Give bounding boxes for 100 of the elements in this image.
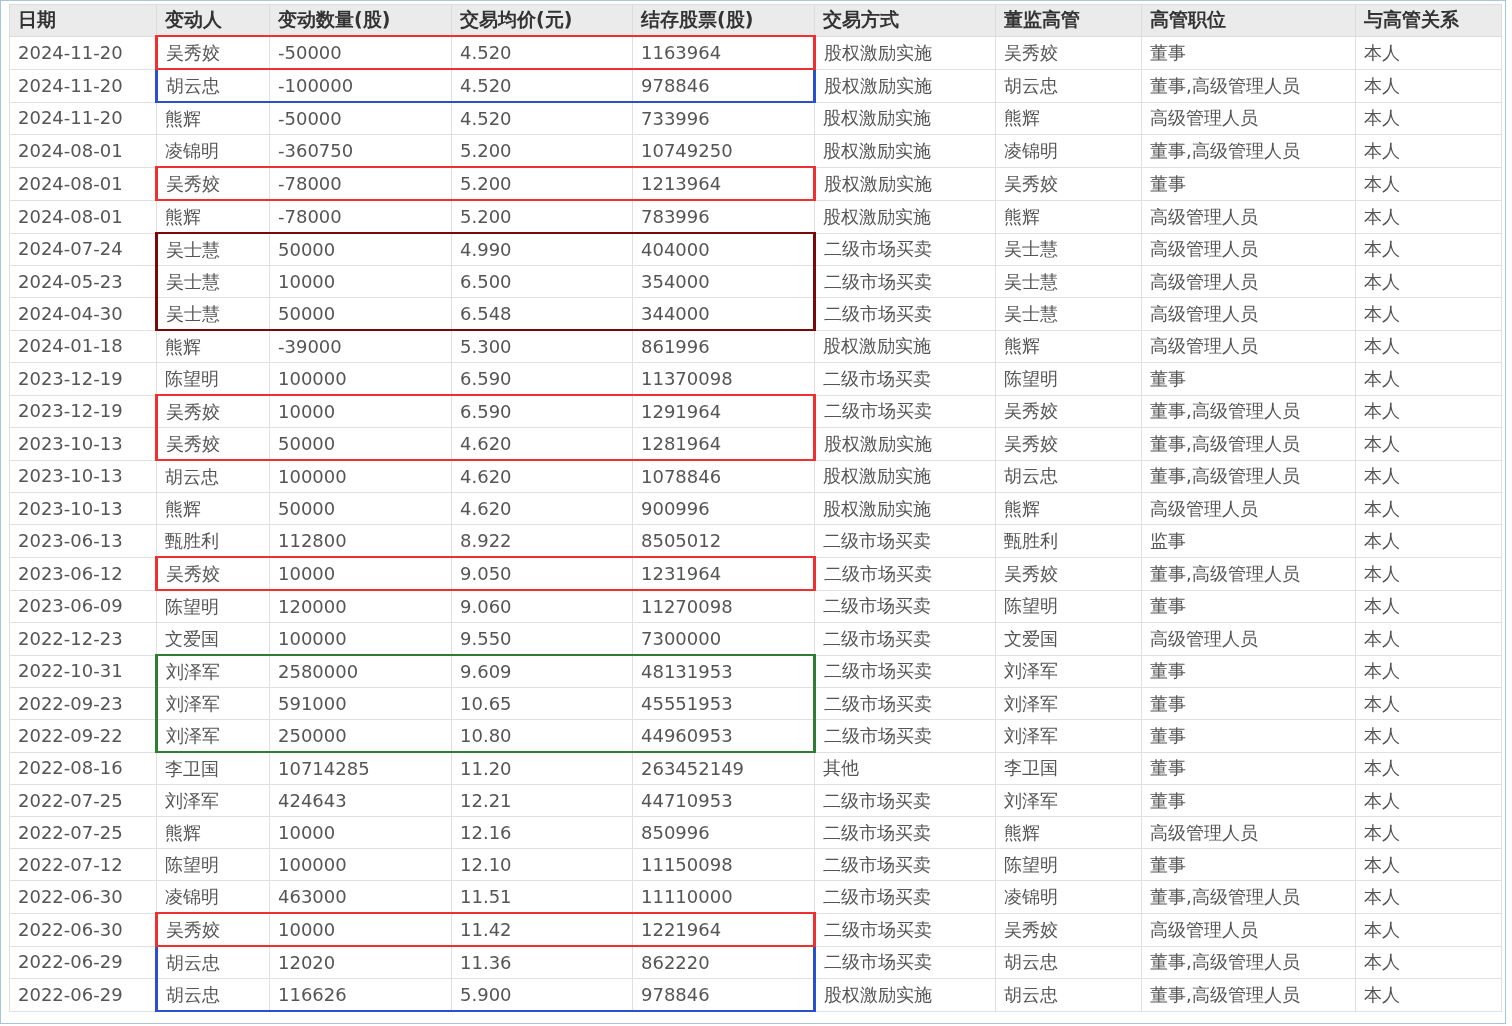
table-cell: 二级市场买卖 xyxy=(814,687,996,720)
table-cell: 1078846 xyxy=(632,460,815,493)
table-cell: 高级管理人员 xyxy=(1141,297,1356,330)
table-cell: 高级管理人员 xyxy=(1141,816,1356,849)
table-cell: 二级市场买卖 xyxy=(814,913,996,946)
table-cell: 2022-12-23 xyxy=(9,622,157,655)
table-cell: 12.21 xyxy=(451,784,633,817)
table-cell: 48131953 xyxy=(632,655,815,688)
table-cell: 2024-04-30 xyxy=(9,297,157,330)
table-cell: 吴士慧 xyxy=(156,265,270,298)
table-cell: 本人 xyxy=(1355,134,1502,167)
table-cell: 股权激励实施 xyxy=(814,102,996,135)
table-cell: 44960953 xyxy=(632,719,815,752)
table-cell: 本人 xyxy=(1355,200,1502,233)
table-cell: 本人 xyxy=(1355,330,1502,363)
table-cell: 2023-10-13 xyxy=(9,460,157,493)
column-header[interactable]: 高管职位 xyxy=(1141,4,1356,36)
table-cell: 二级市场买卖 xyxy=(814,784,996,817)
table-cell: 本人 xyxy=(1355,880,1502,913)
table-cell: 900996 xyxy=(632,492,815,525)
table-cell: 850996 xyxy=(632,816,815,849)
table-cell: 刘泽军 xyxy=(156,784,270,817)
table-cell: 股权激励实施 xyxy=(814,492,996,525)
table-cell: -39000 xyxy=(269,330,452,363)
table-cell: 甄胜利 xyxy=(995,524,1142,557)
table-cell: 吴秀姣 xyxy=(995,913,1142,946)
table-cell: 吴士慧 xyxy=(995,265,1142,298)
table-cell: 100000 xyxy=(269,848,452,881)
table-cell: 2022-08-16 xyxy=(9,752,157,785)
table-cell: 本人 xyxy=(1355,460,1502,493)
table-cell: 2023-12-19 xyxy=(9,362,157,395)
table-cell: 2022-09-23 xyxy=(9,687,157,720)
table-cell: 404000 xyxy=(632,233,815,266)
table-cell: 2023-10-13 xyxy=(9,492,157,525)
table-cell: 凌锦明 xyxy=(995,134,1142,167)
table-cell: 二级市场买卖 xyxy=(814,622,996,655)
table-cell: 胡云忠 xyxy=(995,978,1142,1011)
column-header[interactable]: 董监高管 xyxy=(995,4,1142,36)
table-cell: 高级管理人员 xyxy=(1141,200,1356,233)
table-cell: 陈望明 xyxy=(156,590,270,623)
table-cell: 董事 xyxy=(1141,752,1356,785)
table-cell: 熊辉 xyxy=(156,492,270,525)
table-cell: 股权激励实施 xyxy=(814,330,996,363)
table-cell: 本人 xyxy=(1355,557,1502,590)
table-cell: 胡云忠 xyxy=(156,460,270,493)
table-cell: 董事,高级管理人员 xyxy=(1141,395,1356,428)
table-cell: 861996 xyxy=(632,330,815,363)
table-cell: 4.520 xyxy=(451,102,633,135)
table-cell: 吴士慧 xyxy=(995,233,1142,266)
column-header[interactable]: 与高管关系 xyxy=(1355,4,1502,36)
table-cell: 本人 xyxy=(1355,784,1502,817)
table-cell: 10.80 xyxy=(451,719,633,752)
table-cell: 董事 xyxy=(1141,687,1356,720)
table-cell: 10714285 xyxy=(269,752,452,785)
table-cell: 10000 xyxy=(269,395,452,428)
table-cell: 陈望明 xyxy=(995,848,1142,881)
table-cell: 50000 xyxy=(269,233,452,266)
column-header[interactable]: 交易方式 xyxy=(814,4,996,36)
table-cell: 2022-10-31 xyxy=(9,655,157,688)
table-cell: 2024-01-18 xyxy=(9,330,157,363)
table-cell: 116626 xyxy=(269,978,452,1011)
table-cell: 10000 xyxy=(269,913,452,946)
table-cell: -50000 xyxy=(269,102,452,135)
table-cell: 刘泽军 xyxy=(995,687,1142,720)
table-cell: 高级管理人员 xyxy=(1141,622,1356,655)
table-cell: 2022-06-29 xyxy=(9,978,157,1011)
table-cell: 董事,高级管理人员 xyxy=(1141,427,1356,460)
table-cell: 263452149 xyxy=(632,752,815,785)
table-cell: 刘泽军 xyxy=(995,655,1142,688)
table-cell: 二级市场买卖 xyxy=(814,590,996,623)
table-cell: 9.609 xyxy=(451,655,633,688)
table-cell: 董事 xyxy=(1141,167,1356,200)
column-header[interactable]: 结存股票(股) xyxy=(632,4,815,36)
table-cell: 股权激励实施 xyxy=(814,167,996,200)
table-cell: 6.548 xyxy=(451,297,633,330)
table-cell: 10.65 xyxy=(451,687,633,720)
table-cell: 高级管理人员 xyxy=(1141,330,1356,363)
column-header[interactable]: 日期 xyxy=(9,4,157,36)
column-header[interactable]: 变动数量(股) xyxy=(269,4,452,36)
table-cell: 2022-09-22 xyxy=(9,719,157,752)
table-cell: 2024-05-23 xyxy=(9,265,157,298)
table-cell: 胡云忠 xyxy=(156,946,270,979)
table-cell: 50000 xyxy=(269,297,452,330)
table-cell: 二级市场买卖 xyxy=(814,557,996,590)
table-cell: 本人 xyxy=(1355,848,1502,881)
table-cell: 吴秀姣 xyxy=(995,36,1142,69)
table-cell: 1213964 xyxy=(632,167,815,200)
table-cell: 11.42 xyxy=(451,913,633,946)
table-cell: 李卫国 xyxy=(156,752,270,785)
table-cell: 吴秀姣 xyxy=(156,557,270,590)
column-header[interactable]: 交易均价(元) xyxy=(451,4,633,36)
table-cell: 1163964 xyxy=(632,36,815,69)
column-header[interactable]: 变动人 xyxy=(156,4,270,36)
table-cell: 本人 xyxy=(1355,395,1502,428)
table-cell: 董事,高级管理人员 xyxy=(1141,557,1356,590)
table-cell: 1281964 xyxy=(632,427,815,460)
table-cell: 高级管理人员 xyxy=(1141,265,1356,298)
table-cell: 胡云忠 xyxy=(995,946,1142,979)
table-cell: 978846 xyxy=(632,978,815,1011)
table-cell: 9.060 xyxy=(451,590,633,623)
